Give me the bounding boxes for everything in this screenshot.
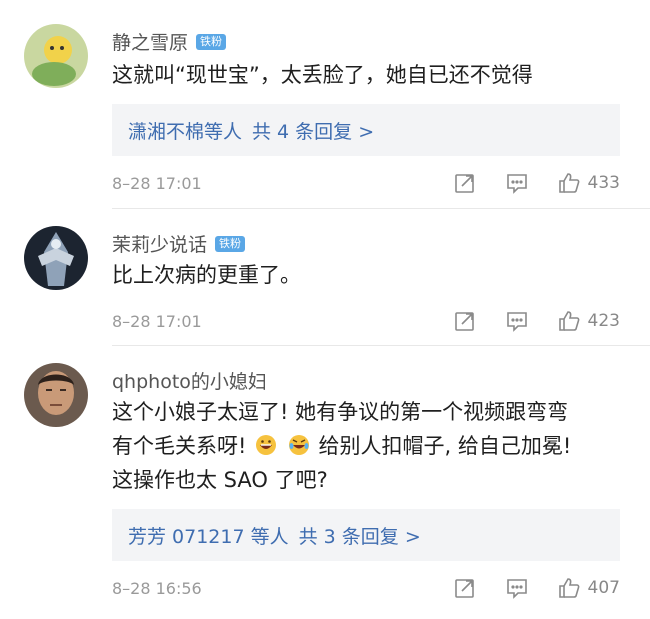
comment-text: 比上次病的更重了。 bbox=[112, 258, 632, 292]
comment-item: qhphoto的小媳妇 这个小娘子太逗了! 她有争议的第一个视频跟弯弯 有个毛关… bbox=[0, 345, 650, 619]
like-count: 423 bbox=[587, 311, 620, 331]
reply-count[interactable]: 共 4 条回复 > bbox=[252, 117, 374, 144]
comment-icon[interactable] bbox=[506, 172, 528, 194]
reply-names[interactable]: 芳芳 071217 等人 bbox=[128, 522, 289, 549]
share-icon[interactable] bbox=[454, 310, 476, 332]
action-bar: 423 bbox=[454, 310, 620, 332]
reply-count[interactable]: 共 3 条回复 > bbox=[299, 522, 421, 549]
comment-line: 这就叫“现世宝”，太丢脸了，她自已还不觉得 bbox=[112, 63, 533, 87]
comment-line: 这个小娘子太逗了! 她有争议的第一个视频跟弯弯 bbox=[112, 400, 569, 424]
fan-badge: 铁粉 bbox=[215, 235, 246, 252]
comment-meta: 8–28 16:56 407 bbox=[112, 573, 620, 603]
thumbs-up-icon[interactable] bbox=[558, 310, 580, 332]
username-text[interactable]: qhphoto的小媳妇 bbox=[112, 367, 267, 394]
comment-icon[interactable] bbox=[506, 577, 528, 599]
comment-line-suffix: 给别人扣帽子, 给自己加冕! bbox=[318, 434, 572, 458]
like-count: 433 bbox=[587, 173, 620, 193]
comment-meta: 8–28 17:01 423 bbox=[112, 306, 620, 336]
username[interactable]: 静之雪原 铁粉 bbox=[112, 28, 227, 55]
share-icon[interactable] bbox=[454, 172, 476, 194]
thumbs-up-icon[interactable] bbox=[558, 172, 580, 194]
username[interactable]: 茉莉少说话 铁粉 bbox=[112, 230, 246, 257]
action-bar: 433 bbox=[454, 172, 620, 194]
comment-item: 茉莉少说话 铁粉 比上次病的更重了。 8–28 17:01 423 bbox=[0, 208, 650, 348]
like-button[interactable]: 407 bbox=[558, 577, 620, 599]
avatar[interactable] bbox=[24, 226, 88, 290]
fan-badge: 铁粉 bbox=[196, 33, 227, 50]
like-button[interactable]: 433 bbox=[558, 172, 620, 194]
laughing-tears-emoji-icon bbox=[288, 432, 310, 455]
username-text[interactable]: 静之雪原 bbox=[112, 28, 188, 55]
avatar[interactable] bbox=[24, 363, 88, 427]
comment-line: 比上次病的更重了。 bbox=[112, 263, 301, 287]
reply-summary[interactable]: 芳芳 071217 等人 共 3 条回复 > bbox=[112, 509, 620, 561]
like-button[interactable]: 423 bbox=[558, 310, 620, 332]
timestamp: 8–28 16:56 bbox=[112, 578, 202, 598]
comment-text: 这个小娘子太逗了! 她有争议的第一个视频跟弯弯 有个毛关系呀! 给别人扣帽子, … bbox=[112, 395, 632, 497]
comment-meta: 8–28 17:01 433 bbox=[112, 168, 620, 198]
reply-names[interactable]: 潇湘不棉等人 bbox=[128, 117, 242, 144]
share-icon[interactable] bbox=[454, 577, 476, 599]
timestamp: 8–28 17:01 bbox=[112, 311, 202, 331]
action-bar: 407 bbox=[454, 577, 620, 599]
comment-line: 这操作也太 SAO 了吧? bbox=[112, 468, 328, 492]
comment-text: 这就叫“现世宝”，太丢脸了，她自已还不觉得 bbox=[112, 58, 632, 92]
comment-line: 有个毛关系呀! 给别人扣帽子, 给自己加冕! bbox=[112, 429, 632, 463]
username[interactable]: qhphoto的小媳妇 bbox=[112, 367, 267, 394]
like-count: 407 bbox=[587, 578, 620, 598]
grinning-emoji-icon bbox=[255, 432, 277, 455]
thumbs-up-icon[interactable] bbox=[558, 577, 580, 599]
comment-line-prefix: 有个毛关系呀! bbox=[112, 434, 247, 458]
username-text[interactable]: 茉莉少说话 bbox=[112, 230, 207, 257]
reply-summary[interactable]: 潇湘不棉等人 共 4 条回复 > bbox=[112, 104, 620, 156]
comment-icon[interactable] bbox=[506, 310, 528, 332]
comment-item: 静之雪原 铁粉 这就叫“现世宝”，太丢脸了，她自已还不觉得 潇湘不棉等人 共 4… bbox=[0, 0, 650, 205]
timestamp: 8–28 17:01 bbox=[112, 173, 202, 193]
avatar[interactable] bbox=[24, 24, 88, 88]
